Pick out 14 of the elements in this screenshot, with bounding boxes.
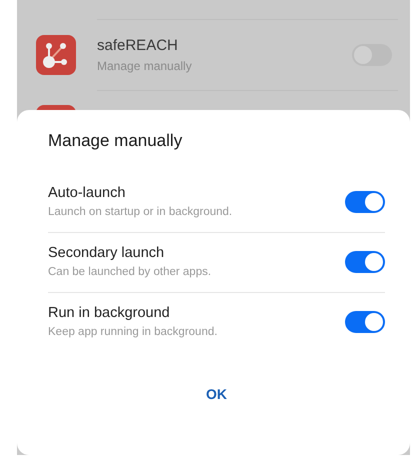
dialog-title: Manage manually	[48, 131, 184, 151]
option-description: Can be launched by other apps.	[48, 266, 212, 278]
option-description: Keep app running in background.	[48, 326, 218, 338]
option-label: Auto-launch	[48, 185, 126, 201]
app-status: Manage manually	[97, 59, 193, 73]
toggle-switch[interactable]	[345, 190, 385, 212]
toggle-switch[interactable]	[345, 310, 385, 332]
ok-button[interactable]: OK	[194, 382, 239, 406]
app-icon	[36, 35, 76, 75]
app-name: safeREACH	[97, 37, 179, 54]
option-label: Secondary launch	[48, 245, 166, 261]
toggle-switch[interactable]	[345, 250, 385, 272]
option-label: Run in background	[48, 305, 171, 321]
option-description: Launch on startup or in background.	[48, 206, 234, 218]
